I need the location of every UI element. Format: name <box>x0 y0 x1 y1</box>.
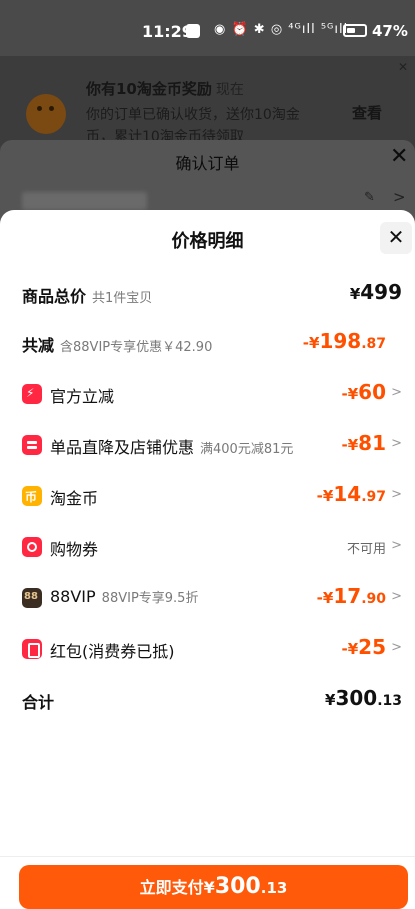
confirm-order-title: 确认订单 <box>175 154 240 173</box>
row-total-discount: 共减 含88VIP专享优惠￥42.90 -¥198.87 <box>22 325 402 359</box>
row-amount: -¥198.87 <box>302 329 386 353</box>
chevron-right-icon: > <box>391 436 402 451</box>
pay-now-button[interactable]: 立即支付¥300.13 <box>19 865 408 909</box>
row-label: 88VIP 88VIP专享9.5折 <box>50 587 199 606</box>
row-88vip[interactable]: 88VIP88VIP专享9.5折 -¥17.90 > <box>22 580 402 614</box>
row-goods-total: 商品总价 共1件宝贝 ¥499 <box>22 276 402 310</box>
chevron-right-icon: > <box>391 487 402 502</box>
notification-view-button[interactable]: 查看 <box>352 102 382 123</box>
row-total: 合计 ¥300.13 <box>22 682 402 716</box>
row-label: 商品总价 共1件宝贝 <box>22 287 153 306</box>
shop-icon <box>22 435 42 455</box>
voucher-icon <box>22 537 42 557</box>
row-sub: 共1件宝贝 <box>92 291 153 306</box>
price-detail-title: 价格明细 <box>171 231 244 252</box>
divider <box>0 856 415 857</box>
notification-time: 现在 <box>215 82 244 98</box>
price-detail-sheet: 价格明细 ✕ 商品总价 共1件宝贝 ¥499 共减 含88VIP专享优惠￥42.90… <box>0 210 415 909</box>
coin-icon <box>22 486 42 506</box>
row-amount: -¥81 <box>341 431 386 455</box>
row-official-discount[interactable]: 官方立减 -¥60 > <box>22 376 402 410</box>
row-label: 共减 含88VIP专享优惠￥42.90 <box>22 336 213 355</box>
row-shop-discount[interactable]: 单品直降及店铺优惠 满400元减81元 -¥81 > <box>22 427 402 461</box>
address-blurred[interactable] <box>22 192 147 210</box>
row-label: 购物券 <box>50 540 99 559</box>
row-hongbao[interactable]: 红包(消费券已抵) -¥25 > <box>22 631 402 665</box>
row-sub: 含88VIP专享优惠￥42.90 <box>60 340 213 355</box>
tiktok-icon <box>186 24 200 38</box>
notification-close-icon[interactable]: ✕ <box>398 60 408 74</box>
row-label: 单品直降及店铺优惠 满400元减81元 <box>50 438 294 457</box>
row-amount: ¥499 <box>349 280 402 304</box>
row-sub: 满400元减81元 <box>200 442 294 457</box>
status-icons: ◉ ⏰ ✱ ◎ ⁴ᴳıll ⁵ᴳıll <box>214 22 349 37</box>
status-bar: 11:29 ◉ ⏰ ✱ ◎ ⁴ᴳıll ⁵ᴳıll 47% <box>0 0 415 56</box>
taobao-mascot-avatar <box>26 94 66 134</box>
88vip-icon <box>22 588 42 608</box>
row-label: 淘金币 <box>50 489 99 508</box>
row-amount: -¥14.97 <box>316 482 386 506</box>
battery-percent: 47% <box>372 22 408 40</box>
row-sub: 88VIP专享9.5折 <box>101 591 199 606</box>
hongbao-icon <box>22 639 42 659</box>
battery-level <box>347 28 355 33</box>
row-taojinbi[interactable]: 淘金币 -¥14.97 > <box>22 478 402 512</box>
chevron-right-icon: > <box>391 640 402 655</box>
row-status: 不可用 <box>346 542 386 557</box>
row-amount: -¥17.90 <box>316 584 386 608</box>
notification-banner[interactable]: 你有10淘金币奖励 现在 你的订单已确认收货，送你10淘金币，累计10淘金币待领取… <box>0 56 415 146</box>
chevron-right-icon: > <box>391 589 402 604</box>
confirm-order-close-icon[interactable]: ✕ <box>390 144 408 169</box>
row-shopping-voucher[interactable]: 购物券 不可用 > <box>22 529 402 563</box>
row-amount: -¥25 <box>341 635 386 659</box>
close-icon[interactable]: ✕ <box>380 222 412 254</box>
row-label: 官方立减 <box>50 387 115 406</box>
edit-icon[interactable]: ✎ <box>364 190 375 205</box>
row-label: 合计 <box>22 693 55 712</box>
chevron-right-icon: > <box>391 538 402 553</box>
chevron-right-icon: > <box>391 385 402 400</box>
chevron-right-icon[interactable]: > <box>393 188 406 206</box>
battery-icon <box>343 24 367 37</box>
row-amount: -¥60 <box>341 380 386 404</box>
row-amount: ¥300.13 <box>325 686 402 710</box>
row-label: 红包(消费券已抵) <box>50 642 175 661</box>
notification-title: 你有10淘金币奖励 现在 <box>86 80 244 98</box>
lightning-icon <box>22 384 42 404</box>
